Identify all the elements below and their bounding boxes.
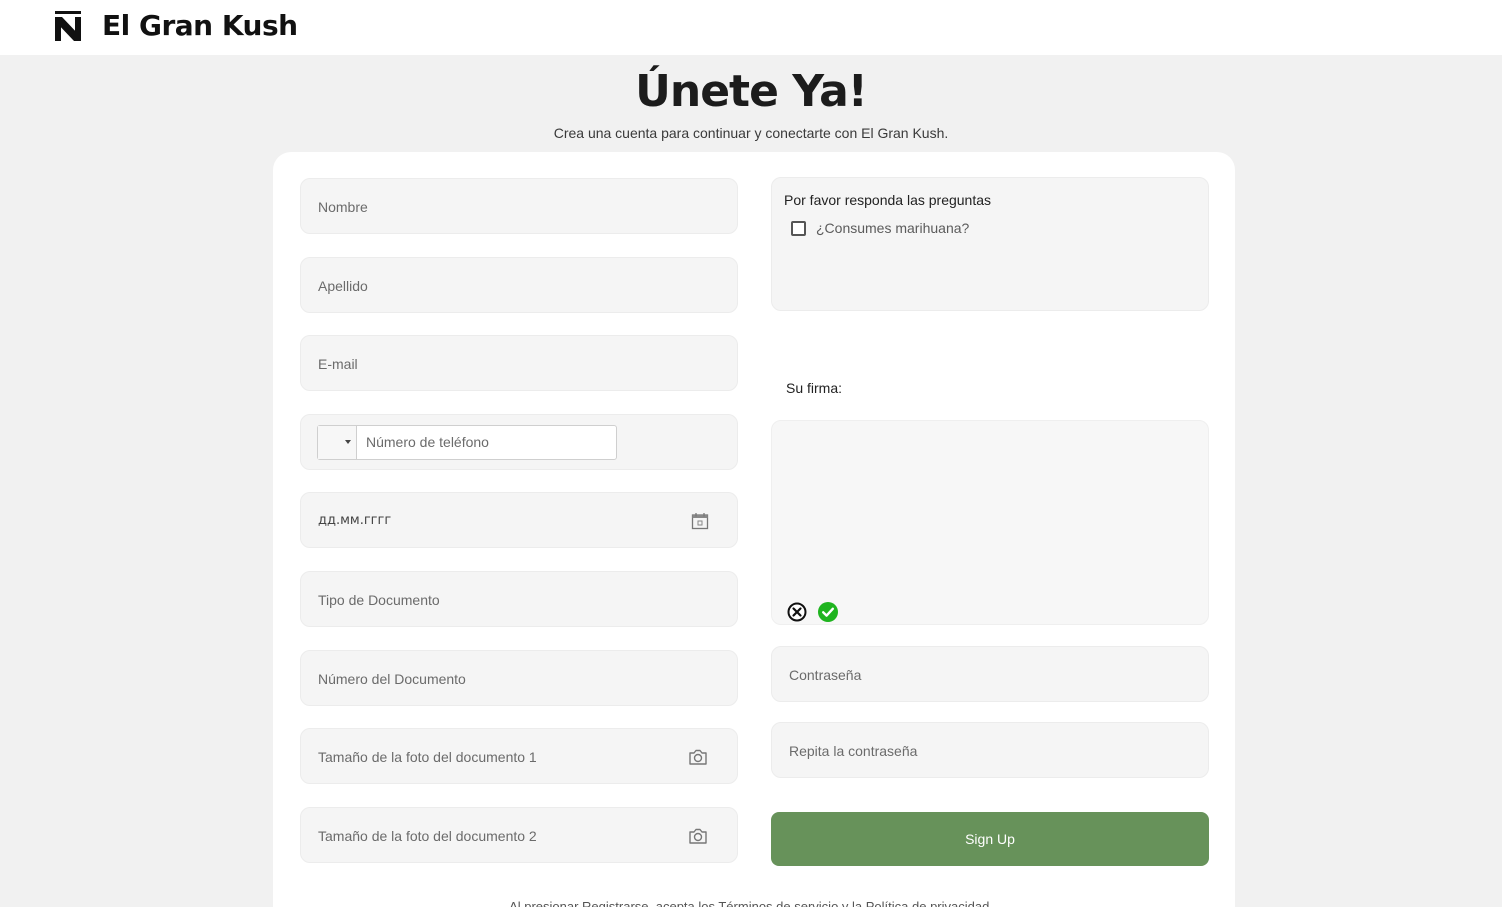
first-name-field[interactable]: Nombre [300,178,738,234]
brand-name[interactable]: El Gran Kush [102,9,298,43]
signature-label: Su firma: [786,380,843,396]
document-type-placeholder: Tipo de Documento [318,592,440,608]
first-name-placeholder: Nombre [318,199,368,215]
document-photo-2-placeholder: Tamaño de la foto del documento 2 [318,828,537,844]
brand-logo-icon[interactable] [54,9,82,43]
question-marijuana[interactable]: ¿Consumes marihuana? [791,219,969,237]
chevron-down-icon [345,440,351,444]
password-placeholder: Contraseña [789,667,862,683]
document-number-placeholder: Número del Documento [318,671,466,687]
birth-date-field[interactable]: дд.мм.гггг [300,492,738,548]
document-photo-1-placeholder: Tamaño de la foto del documento 1 [318,749,537,765]
confirm-signature-icon[interactable] [818,602,838,622]
repeat-password-placeholder: Repita la contraseña [789,743,918,759]
phone-field-wrapper: Número de teléfono [300,414,738,470]
phone-input-group: Número de teléfono [317,425,617,460]
page-title: Únete Ya! [635,66,868,117]
top-header: El Gran Kush [0,0,1502,55]
last-name-placeholder: Apellido [318,278,368,294]
camera-icon[interactable] [687,825,709,847]
document-photo-1-field[interactable]: Tamaño de la foto del documento 1 [300,728,738,784]
marijuana-checkbox[interactable] [791,220,806,236]
document-photo-2-field[interactable]: Tamaño de la foto del documento 2 [300,807,738,863]
camera-icon[interactable] [687,746,709,768]
repeat-password-field[interactable]: Repita la contraseña [771,722,1209,778]
marijuana-question-label: ¿Consumes marihuana? [816,220,970,236]
questions-panel: Por favor responda las preguntas ¿Consum… [771,177,1209,311]
email-field[interactable]: E-mail [300,335,738,391]
clear-signature-icon[interactable] [787,602,807,622]
last-name-field[interactable]: Apellido [300,257,738,313]
signature-pad[interactable] [771,420,1209,625]
page-subtitle: Crea una cuenta para continuar y conecta… [553,125,949,141]
country-code-select[interactable] [318,426,357,459]
password-field[interactable]: Contraseña [771,646,1209,702]
birth-date-placeholder: дд.мм.гггг [318,513,392,528]
questions-title: Por favor responda las preguntas [784,192,992,208]
calendar-icon[interactable] [691,512,709,530]
terms-text[interactable]: Al presionar Registrarse, acepta los Tér… [0,899,1502,907]
document-number-field[interactable]: Número del Documento [300,650,738,706]
document-type-field[interactable]: Tipo de Documento [300,571,738,627]
phone-number-input[interactable]: Número de teléfono [366,426,489,459]
signup-button[interactable]: Sign Up [771,812,1209,866]
email-placeholder: E-mail [318,356,358,372]
